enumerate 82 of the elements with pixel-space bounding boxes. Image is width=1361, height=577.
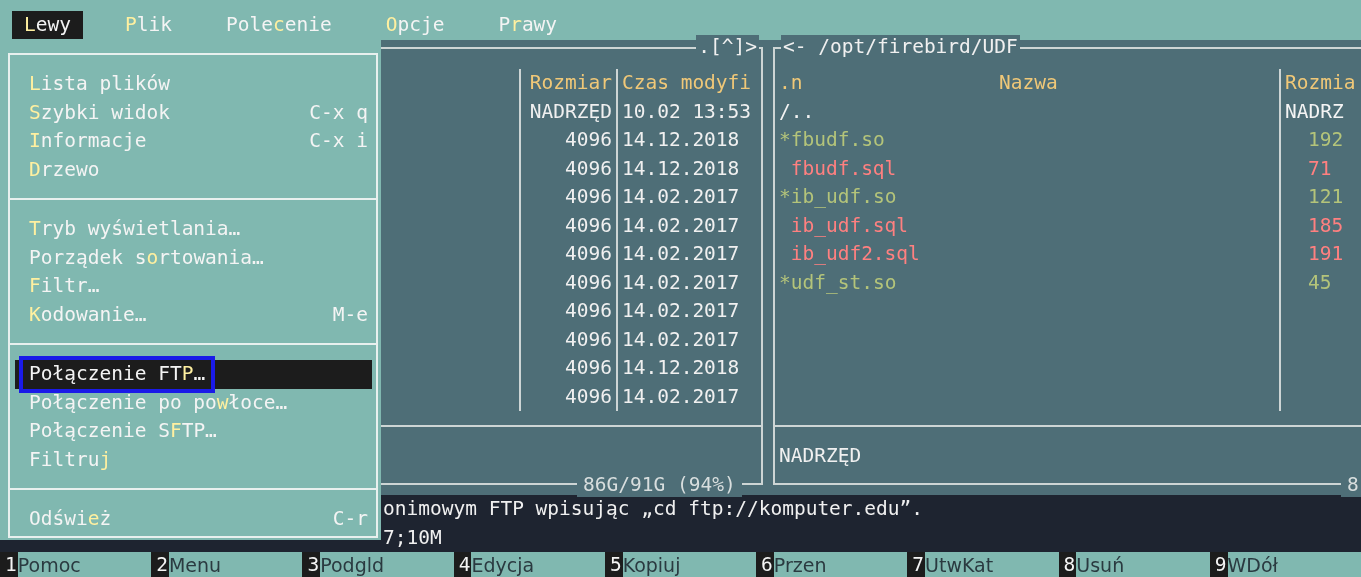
menu-item[interactable]: Filtr… [15,272,372,301]
key-number: 3 [302,552,321,577]
table-cell-text: 4096 [563,184,612,210]
output-line: 7;10M [383,525,442,549]
table-cell-text: 4096 [563,212,612,239]
table-cell-text: 14.02.2017 [621,269,741,296]
menu-bar-item[interactable]: Plik [113,11,184,39]
function-key-button[interactable]: Pomoc [17,552,152,577]
function-key-button[interactable]: WDół [1227,552,1361,577]
table-cell-text: 71 [1307,155,1333,182]
function-key-button[interactable]: Menu [168,552,303,577]
column-header[interactable]: Nazwa [999,69,1058,98]
menu-item[interactable]: Porządek so rtowania… [15,243,372,272]
menu-item[interactable]: Filtruj [15,445,372,474]
menu-item[interactable]: Szybki widok C-x q [15,98,372,127]
table-cell-text: 14.02.2017 [621,184,741,210]
key-number: 9 [1209,552,1228,577]
menu-bar-item[interactable]: Polecenie [213,11,344,39]
panel-title: <- /opt/firebird/UDF [781,35,1020,59]
menu-item[interactable]: Odśwież C-r [15,505,372,534]
menu-bar-item[interactable]: Prawy [486,11,570,39]
table-cell-text: 14.12.2018 [621,155,741,182]
table-cell-text: 14.12.2018 [621,127,741,153]
file-name[interactable]: *fbudf.so [779,126,1279,155]
table-cell-text: 14.02.2017 [621,326,741,353]
file-name[interactable]: *ib_udf.so [779,183,1279,212]
key-number: 2 [151,552,169,577]
menu-item[interactable]: Informacje C-x i [15,127,372,156]
table-cell-text: 14.02.2017 [621,298,741,324]
function-key-button[interactable]: Usuń [1076,552,1210,577]
key-number: 4 [453,552,472,577]
table-cell-text: 4096 [563,155,612,182]
key-number: 1 [0,552,18,577]
table-cell-text: 185 [1307,212,1345,239]
function-key-button[interactable]: Podgld [320,552,454,577]
key-number: 5 [604,552,623,577]
file-name[interactable]: ib_udf2.sql [779,240,1279,269]
table-cell-text: 10.02 13:53 [621,98,753,125]
menu-bar-item[interactable]: Lewy [12,11,83,39]
table-cell-text: 14.02.2017 [621,241,741,267]
table-cell-text: 4096 [563,127,612,153]
file-name[interactable]: fbudf.sql [779,154,1279,183]
table-cell-text: 191 [1307,241,1345,267]
sort-indicator[interactable]: .n [779,69,999,98]
file-name[interactable]: /.. [779,97,1279,126]
panel-title: .[^]> [696,35,759,59]
function-key-button[interactable]: Edycja [471,552,605,577]
table-cell-text: 4096 [563,298,612,324]
table-cell-text: 4096 [563,326,612,353]
menu-item[interactable]: Połączenie po powłoce… [15,388,372,417]
column-header[interactable]: Czas modyfi [621,69,761,98]
table-cell-text: 14.12.2018 [621,355,741,381]
status-text: NADRZĘD [779,443,862,467]
table-cell-text: 4096 [563,269,612,296]
column-header[interactable]: Rozmia [1285,69,1361,98]
menu-item[interactable]: D rzewo [15,155,372,184]
table-cell-text: NADRZĘD [528,98,612,125]
function-key-button[interactable]: UtwKat [925,552,1059,577]
key-number: 8 [1058,552,1077,577]
column-header[interactable]: Rozmiar [520,69,612,98]
function-key-button[interactable]: Przen [773,552,908,577]
menu-item[interactable]: Kodowanie… M-e [15,300,372,329]
menu-item[interactable]: Tryb wyświetlania… [15,215,372,244]
table-cell-text: 192 [1307,127,1345,153]
table-cell-text: 4096 [563,383,612,410]
key-number: 7 [907,552,926,577]
table-cell-text: 121 [1307,184,1345,210]
file-name[interactable]: ib_udf.sql [779,211,1279,240]
file-name[interactable]: *udf_st.so [779,268,1279,297]
menu-item[interactable]: Połączenie SFTP… [15,417,372,446]
table-cell-text: NADRZ [1285,98,1345,125]
table-cell-text: 45 [1307,269,1333,296]
output-line: onimowym FTP wpisując „cd ftp://komputer.edu”. [383,497,924,520]
disk-usage: 86G/91G (94%) [577,473,742,497]
table-cell-text: 4096 [563,355,612,381]
menu-item[interactable]: Lista plików [15,70,372,99]
table-cell-text: 14.02.2017 [621,383,741,410]
table-cell-text: 4096 [563,241,612,267]
key-number: 6 [756,552,774,577]
table-cell-text: 14.02.2017 [621,212,741,239]
menu-bar-item[interactable]: Opcje [373,11,457,39]
function-key-button[interactable]: Kopiuj [622,552,757,577]
